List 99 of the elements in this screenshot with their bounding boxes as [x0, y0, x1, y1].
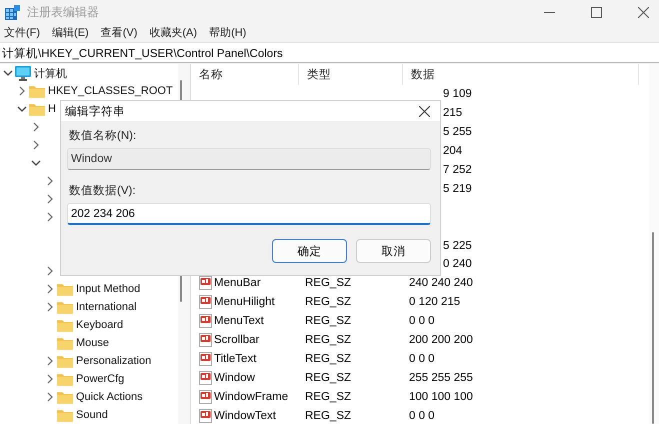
value-data: 0 0 0: [408, 315, 436, 328]
string-value-icon: [199, 314, 212, 328]
tree-item[interactable]: PowerCfg: [76, 373, 124, 385]
value-data: 5 225: [443, 240, 472, 252]
value-name[interactable]: WindowText: [214, 410, 276, 422]
value-name[interactable]: MenuText: [214, 315, 264, 328]
tree-item[interactable]: Input Method: [76, 283, 140, 295]
value-data: 0 0 0: [408, 352, 436, 365]
menu-item[interactable]: 编辑(E): [52, 24, 89, 40]
value-data: 204: [443, 145, 462, 158]
value-data: 200 200 200: [408, 334, 474, 346]
value-name[interactable]: MenuBar: [214, 277, 261, 290]
value-data: 100 100 100: [408, 390, 474, 403]
scrollbar-thumb[interactable]: [652, 232, 654, 424]
field-label: 数值数据(V):: [69, 184, 137, 198]
value-data: 0 0 0: [408, 410, 436, 422]
string-value-icon: [199, 276, 212, 290]
value-data: 9 109: [443, 88, 472, 100]
expand-chevron-icon[interactable]: [46, 176, 54, 186]
scrollbar[interactable]: [649, 64, 659, 424]
expand-chevron-icon[interactable]: [46, 356, 54, 366]
value-data: 5 219: [443, 182, 472, 195]
string-value-icon: [199, 295, 212, 310]
value-name[interactable]: MenuHilight: [214, 296, 275, 308]
expand-chevron-icon[interactable]: [18, 86, 26, 96]
value-data: 0 240: [443, 258, 472, 270]
expand-chevron-icon[interactable]: [46, 284, 54, 294]
value-data: 255 255 255: [408, 372, 474, 384]
value-type: REG_SZ: [304, 315, 352, 328]
value-data: 0 120 215: [408, 296, 462, 308]
collapse-chevron-icon[interactable]: [17, 105, 27, 113]
value-data: 5 255: [443, 126, 472, 138]
expand-chevron-icon[interactable]: [46, 392, 54, 402]
value-type: REG_SZ: [304, 372, 352, 384]
folder-icon: [57, 282, 73, 296]
expand-chevron-icon[interactable]: [46, 194, 54, 204]
tree-item[interactable]: HKEY_CLASSES_ROOT: [48, 85, 173, 97]
tree-item[interactable]: International: [76, 301, 137, 313]
address-field[interactable]: 计算机\HKEY_CURRENT_USER\Control Panel\Colors: [0, 43, 659, 64]
value-type: REG_SZ: [304, 334, 352, 346]
dialog-title: 编辑字符串: [65, 104, 126, 118]
column-header[interactable]: 名称: [191, 64, 299, 85]
string-value-icon: [199, 333, 212, 348]
value-name[interactable]: Scrollbar: [214, 334, 260, 346]
string-value-icon: [199, 390, 212, 404]
tree-item[interactable]: Keyboard: [76, 319, 124, 331]
cancel-button[interactable]: 取消: [356, 239, 431, 263]
value-name[interactable]: Window: [214, 372, 255, 384]
expand-chevron-icon[interactable]: [46, 374, 54, 384]
close-icon[interactable]: [419, 106, 430, 116]
registry-app-icon: [5, 4, 20, 20]
folder-icon: [57, 372, 73, 386]
expand-chevron-icon[interactable]: [46, 266, 54, 276]
folder-icon: [29, 102, 45, 116]
menu-item[interactable]: 查看(V): [100, 24, 138, 40]
collapse-chevron-icon[interactable]: [31, 159, 41, 167]
value-name-field[interactable]: Window: [67, 148, 431, 170]
maximize-icon[interactable]: [591, 6, 602, 18]
folder-icon: [29, 84, 45, 98]
value-type: REG_SZ: [304, 352, 352, 365]
menu-item[interactable]: 帮助(H): [209, 24, 246, 40]
value-name[interactable]: WindowFrame: [214, 390, 288, 403]
value-type: REG_SZ: [304, 390, 352, 403]
tree-item[interactable]: H: [48, 103, 56, 115]
tree-item[interactable]: Mouse: [76, 337, 110, 349]
value-name[interactable]: TitleText: [214, 352, 256, 365]
computer-icon: [15, 66, 31, 80]
value-type: REG_SZ: [304, 410, 352, 422]
value-data: 240 240 240: [408, 277, 474, 290]
value-data-field[interactable]: 202 234 206: [67, 203, 431, 225]
folder-icon: [57, 390, 73, 404]
column-header[interactable]: 类型: [299, 64, 403, 85]
expand-chevron-icon[interactable]: [46, 302, 54, 312]
folder-icon: [57, 336, 73, 350]
close-icon[interactable]: [638, 6, 649, 18]
folder-icon: [57, 318, 73, 332]
ok-button[interactable]: 确定: [272, 239, 347, 263]
value-type: REG_SZ: [304, 277, 352, 290]
value-data: 215: [443, 107, 462, 120]
folder-icon: [57, 354, 73, 368]
expand-chevron-icon[interactable]: [46, 212, 54, 222]
folder-icon: [57, 300, 73, 314]
expand-chevron-icon[interactable]: [32, 140, 40, 150]
tree-item[interactable]: Quick Actions: [76, 391, 143, 403]
expand-chevron-icon[interactable]: [32, 122, 40, 132]
menu-item[interactable]: 文件(F): [4, 24, 40, 40]
folder-icon: [57, 408, 73, 422]
tree-item[interactable]: Sound: [76, 409, 108, 421]
string-value-icon: [199, 370, 212, 385]
field-label: 数值名称(N):: [69, 129, 138, 143]
menu-item[interactable]: 收藏夹(A): [149, 24, 198, 40]
tree-item[interactable]: 计算机: [34, 66, 67, 80]
string-value-icon: [199, 352, 212, 366]
collapse-chevron-icon[interactable]: [3, 69, 13, 77]
value-type: REG_SZ: [304, 296, 352, 308]
column-header[interactable]: 数据: [403, 64, 639, 85]
window-title: 注册表编辑器: [27, 4, 99, 20]
tree-item[interactable]: Personalization: [76, 355, 152, 367]
value-data: 7 252: [443, 164, 472, 176]
